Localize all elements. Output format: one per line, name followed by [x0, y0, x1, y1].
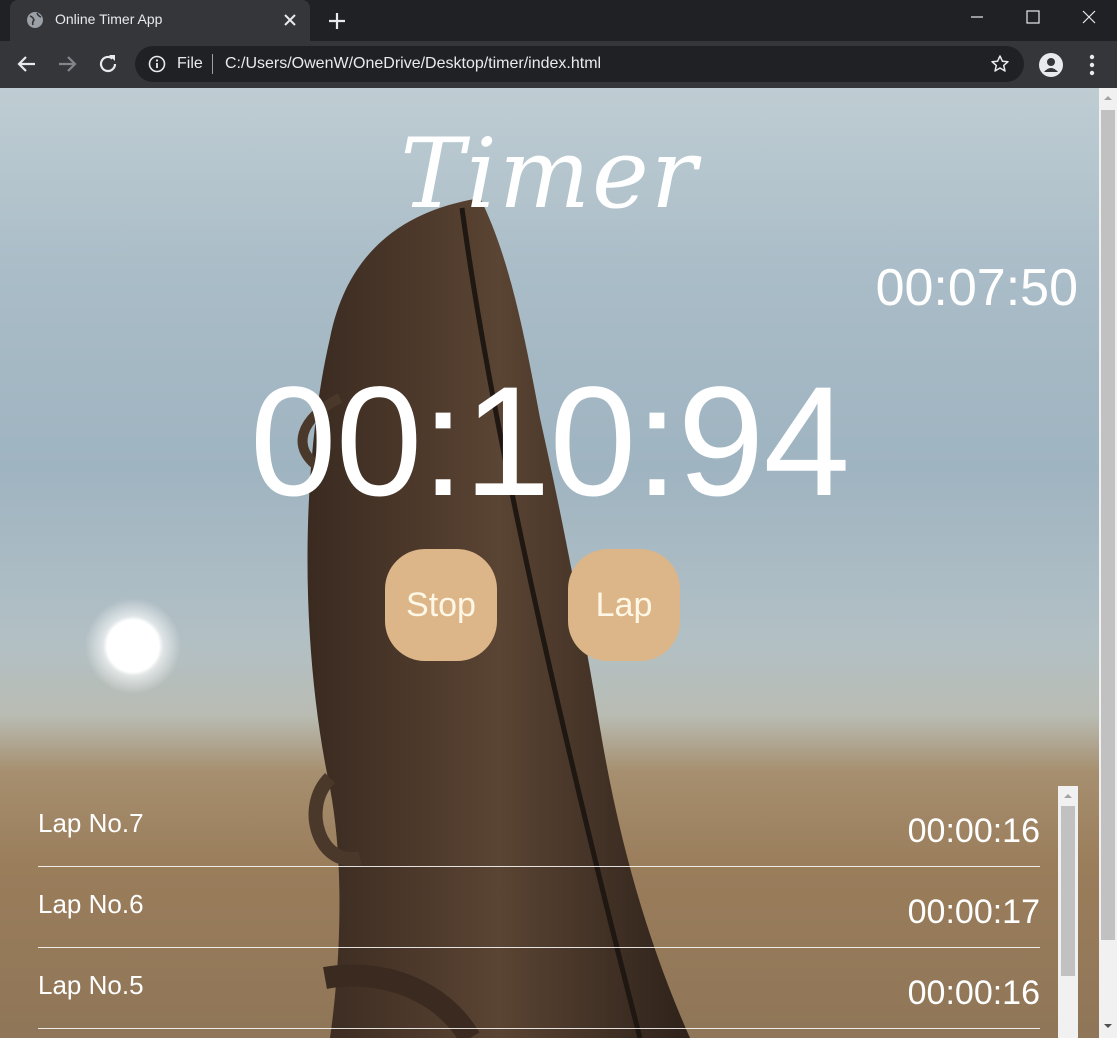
lap-list-scroll-thumb[interactable]: [1061, 806, 1075, 976]
reload-icon[interactable]: [95, 51, 121, 77]
back-icon[interactable]: [14, 51, 40, 77]
maximize-button[interactable]: [1005, 0, 1061, 34]
lap-item: Lap No.7 00:00:16: [38, 786, 1040, 867]
lap-list[interactable]: Lap No.7 00:00:16 Lap No.6 00:00:17 Lap …: [0, 786, 1078, 1038]
page-viewport: Timer 00:07:50 00:10:94 Stop Lap Lap No.…: [0, 88, 1099, 1038]
minimize-button[interactable]: [949, 0, 1005, 34]
scheme-label: File: [177, 55, 203, 72]
page-scrollbar[interactable]: [1099, 88, 1117, 1038]
star-icon[interactable]: [990, 54, 1010, 74]
tab-strip: Online Timer App: [0, 0, 1117, 41]
new-tab-icon[interactable]: [324, 8, 350, 34]
browser-tab[interactable]: Online Timer App: [10, 0, 310, 41]
scroll-up-arrow-icon[interactable]: [1099, 90, 1117, 106]
lap-item: Lap No.5 00:00:16: [38, 948, 1040, 1029]
page-title: Timer: [400, 118, 699, 230]
page-scroll-thumb[interactable]: [1101, 110, 1115, 940]
url-text[interactable]: C:/Users/OwenW/OneDrive/Desktop/timer/in…: [225, 55, 601, 73]
profile-icon[interactable]: [1038, 52, 1064, 78]
scroll-down-arrow-icon[interactable]: [1099, 1018, 1117, 1034]
address-bar[interactable]: File C:/Users/OwenW/OneDrive/Desktop/tim…: [135, 46, 1024, 82]
info-icon[interactable]: [148, 55, 166, 73]
lap-time: 00:00:16: [907, 974, 1040, 1012]
maximize-icon: [1026, 10, 1040, 24]
lap-time: 00:00:17: [907, 893, 1040, 931]
lap-label: Lap No.6: [38, 889, 144, 919]
stop-button[interactable]: Stop: [385, 549, 497, 661]
close-icon: [1082, 10, 1096, 24]
forward-icon[interactable]: [54, 51, 80, 77]
more-menu-icon[interactable]: [1082, 52, 1102, 78]
scroll-up-arrow-icon[interactable]: [1058, 788, 1078, 804]
lap-label: Lap No.7: [38, 808, 144, 838]
globe-icon: [27, 12, 43, 28]
lap-label: Lap No.5: [38, 970, 144, 1000]
separator: [212, 54, 213, 74]
close-window-button[interactable]: [1061, 0, 1117, 34]
best-time-display: 00:07:50: [875, 259, 1078, 317]
lap-button[interactable]: Lap: [568, 549, 680, 661]
lap-time: 00:00:16: [907, 812, 1040, 850]
timer-display: 00:10:94: [249, 355, 850, 529]
lap-list-scrollbar[interactable]: [1058, 786, 1078, 1038]
lap-item: Lap No.6 00:00:17: [38, 867, 1040, 948]
tab-title: Online Timer App: [55, 11, 163, 27]
browser-toolbar: File C:/Users/OwenW/OneDrive/Desktop/tim…: [0, 41, 1117, 88]
minimize-icon: [971, 16, 983, 18]
close-tab-icon[interactable]: [280, 10, 300, 30]
